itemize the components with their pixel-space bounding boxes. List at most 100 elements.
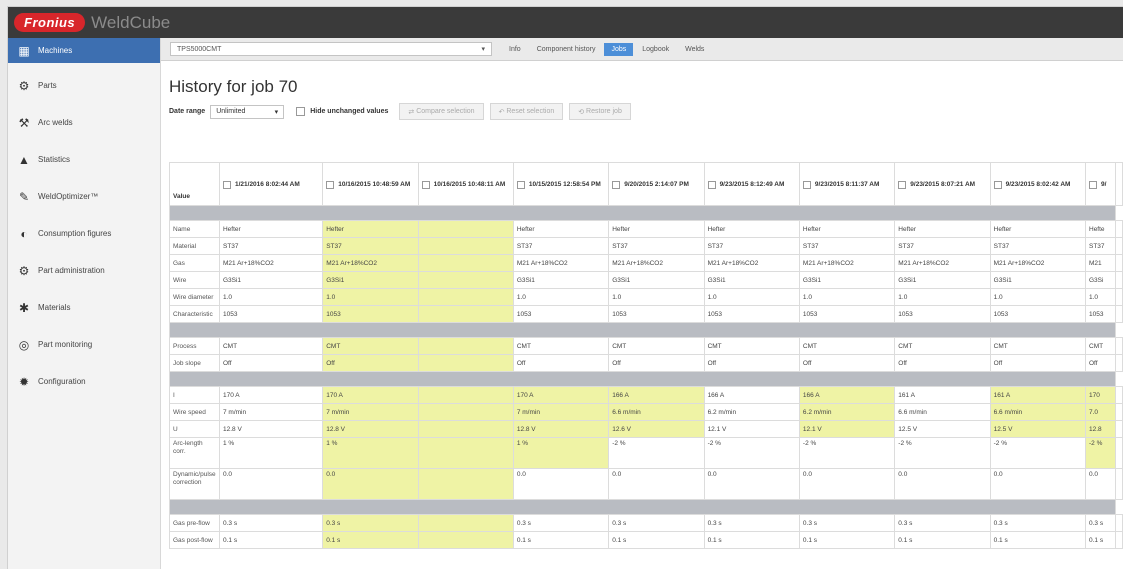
table-cell: 1053 (218, 305, 324, 323)
table-cell: Off (608, 354, 705, 372)
table-cell: 0.1 s (798, 531, 896, 549)
table-cell: 7 m/min (512, 403, 610, 421)
value-column-header: Value (169, 162, 220, 206)
tab-welds[interactable]: Welds (678, 43, 711, 56)
table-cell: M21 Ar+18%CO2 (512, 254, 610, 272)
table-cell: 1.0 (798, 288, 896, 306)
sidebar: ▦ Machines ⚙ Parts ⚒ Arc welds ▲ Statistics ✎ Wel… (8, 38, 161, 569)
sidebar-item-parts[interactable]: ⚙ Parts (8, 67, 160, 104)
column-date-label: 9/23/2015 8:12:49 AM (719, 180, 785, 188)
table-cell: 170 A (218, 386, 324, 404)
table-cell: -2 % (798, 437, 896, 469)
table-cell (417, 403, 514, 421)
parts-icon: ⚙ (18, 78, 30, 93)
table-cell: G3Si1 (218, 271, 324, 289)
table-row: Process CMT CMT CMT CMT CMT CMT CMT CMT CMT (169, 337, 1123, 355)
table-cell: Off (218, 354, 324, 372)
table-cell (417, 468, 514, 500)
table-cell: 0.3 s (1085, 514, 1116, 532)
table-cell (417, 354, 514, 372)
table-cell: G3Si1 (894, 271, 991, 289)
table-cell: ST37 (703, 237, 800, 255)
column-select-checkbox[interactable] (707, 180, 716, 189)
table-cell: 7 m/min (322, 403, 419, 421)
section-header-row (169, 371, 1123, 387)
tab-component-history[interactable]: Component history (530, 43, 603, 56)
reset-icon: ↶ (498, 108, 507, 116)
column-select-checkbox[interactable] (1089, 180, 1097, 189)
part-administration-icon: ⚙ (18, 263, 30, 278)
table-cell: 0.0 (218, 468, 324, 500)
table-cell: 1053 (1085, 305, 1116, 323)
tab-logbook[interactable]: Logbook (635, 43, 676, 56)
table-cell: Hefter (798, 220, 896, 238)
table-cell (417, 337, 514, 355)
table-cell: 0.1 s (894, 531, 991, 549)
sidebar-item-machines[interactable]: ▦ Machines (8, 38, 160, 63)
date-column-header[interactable]: 9/23/2015 8:02:42 AM (989, 162, 1087, 206)
table-cell: M21 Ar+18%CO2 (894, 254, 991, 272)
column-select-checkbox[interactable] (326, 180, 335, 189)
table-cell: ST37 (798, 237, 896, 255)
table-cell: 0.0 (894, 468, 991, 500)
table-cell (1115, 386, 1123, 404)
table-cell (1115, 305, 1123, 323)
weldoptimizer-icon: ✎ (18, 189, 30, 204)
column-select-checkbox[interactable] (993, 180, 1002, 189)
table-row: U 12.8 V 12.8 V 12.8 V 12.6 V 12.1 V 12.1 V 12.… (169, 420, 1123, 438)
table-row: Gas post-flow 0.1 s 0.1 s 0.1 s 0.1 s 0.1 s 0.… (169, 531, 1123, 549)
sidebar-item-configuration[interactable]: ✹ Configuration (8, 363, 160, 400)
section-header-row (169, 322, 1123, 338)
table-cell: 6.2 m/min (798, 403, 896, 421)
column-select-checkbox[interactable] (802, 180, 811, 189)
table-cell (1115, 468, 1123, 500)
restore-job-button[interactable]: ⟲ Restore job (569, 103, 631, 120)
row-label: Name (169, 220, 220, 238)
sidebar-item-weldoptimizer[interactable]: ✎ WeldOptimizer™ (8, 178, 160, 215)
hide-unchanged-checkbox[interactable] (296, 107, 306, 116)
machine-select-value: TPS5000CMT (177, 45, 222, 53)
table-cell: Hefter (989, 220, 1087, 238)
table-row: Wire diameter 1.0 1.0 1.0 1.0 1.0 1.0 1.0 1.0 1.0 (169, 288, 1123, 306)
date-column-header[interactable]: 10/16/2015 10:48:59 AM (322, 162, 419, 206)
section-header-row (169, 205, 1123, 221)
date-column-header[interactable]: 9/23/2015 8:12:49 AM (703, 162, 800, 206)
date-column-header[interactable]: 9/23/2015 8:07:21 AM (894, 162, 991, 206)
machine-select[interactable]: TPS5000CMT ▾ (170, 42, 492, 56)
tab-jobs[interactable]: Jobs (604, 42, 634, 56)
tab-info[interactable]: Info (502, 43, 528, 56)
date-column-header[interactable]: 1/21/2016 8:02:44 AM (218, 162, 324, 206)
table-cell (1115, 337, 1123, 355)
date-column-header[interactable]: 10/15/2015 12:58:54 PM (512, 162, 610, 206)
table-cell: 0.0 (512, 468, 610, 500)
table-cell: ST37 (608, 237, 705, 255)
table-cell (1115, 271, 1123, 289)
column-select-checkbox[interactable] (516, 180, 525, 189)
sidebar-item-materials[interactable]: ✱ Materials (8, 289, 160, 326)
job-history-table: Value 1/21/2016 8:02:44 AM 10/16/2015 10:4… (169, 162, 1123, 549)
date-range-select[interactable]: Unlimited ▾ (210, 104, 285, 119)
column-select-checkbox[interactable] (222, 180, 231, 189)
column-select-checkbox[interactable] (612, 180, 621, 189)
date-column-header[interactable]: 9/ (1085, 162, 1116, 206)
date-column-header[interactable]: 10/16/2015 10:48:11 AM (417, 162, 514, 206)
sidebar-item-part-monitoring[interactable]: ◎ Part monitoring (8, 326, 160, 363)
sidebar-item-part-administration[interactable]: ⚙ Part administration (8, 252, 160, 289)
table-cell: M21 Ar+18%CO2 (322, 254, 419, 272)
table-cell (1115, 531, 1123, 549)
date-column-header[interactable]: 9/23/2015 8:11:37 AM (798, 162, 896, 206)
compare-selection-button[interactable]: ⇄ Compare selection (399, 103, 484, 120)
section-header (169, 499, 1116, 515)
column-select-checkbox[interactable] (898, 180, 907, 189)
column-select-checkbox[interactable] (421, 180, 430, 189)
reset-selection-button[interactable]: ↶ Reset selection (489, 103, 564, 120)
table-cell: CMT (322, 337, 419, 355)
table-cell: Off (703, 354, 800, 372)
sidebar-item-statistics[interactable]: ▲ Statistics (8, 141, 160, 178)
table-cell: Off (512, 354, 610, 372)
date-column-header[interactable]: 9/20/2015 2:14:07 PM (608, 162, 705, 206)
table-cell: 0.0 (608, 468, 705, 500)
sidebar-item-arc-welds[interactable]: ⚒ Arc welds (8, 104, 160, 141)
row-label: Wire diameter (169, 288, 220, 306)
sidebar-item-consumption-figures[interactable]: ◐ Consumption figures (8, 215, 160, 252)
